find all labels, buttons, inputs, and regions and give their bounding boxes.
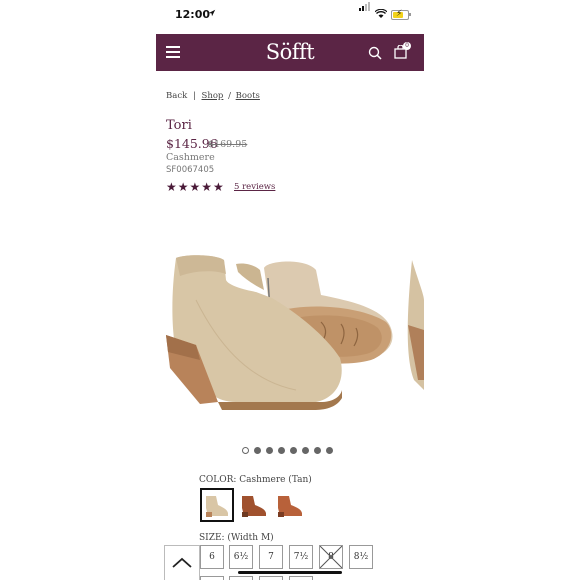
reviews-link[interactable]: 5 reviews <box>234 182 275 192</box>
product-title: Tori <box>166 118 192 133</box>
size-option[interactable]: 8½ <box>349 545 373 569</box>
color-label: COLOR: Cashmere (Tan) <box>199 475 312 485</box>
status-time: 12:00 <box>175 8 211 21</box>
site-header: Söfft 0 <box>156 34 424 71</box>
scroll-to-top-button[interactable] <box>164 545 200 580</box>
swatch-boot-icon <box>242 496 266 517</box>
size-option-partial[interactable] <box>200 576 224 580</box>
carousel-dot[interactable] <box>278 447 285 454</box>
carousel-dot[interactable] <box>242 447 249 454</box>
bag-count-badge: 0 <box>403 42 411 50</box>
product-sku: SF0067405 <box>166 165 215 175</box>
swatch-boot-icon <box>278 496 302 517</box>
size-option[interactable]: 7 <box>259 545 283 569</box>
location-arrow-icon <box>208 9 216 17</box>
status-bar: 12:00 ⚡ <box>156 0 424 32</box>
size-option-partial[interactable] <box>259 576 283 580</box>
carousel-dot[interactable] <box>326 447 333 454</box>
carousel-dot[interactable] <box>314 447 321 454</box>
carousel-dot[interactable] <box>302 447 309 454</box>
rating-stars: ★★★★★ <box>166 180 225 194</box>
home-indicator <box>238 571 342 574</box>
carousel-dot[interactable] <box>266 447 273 454</box>
carousel-dot[interactable] <box>290 447 297 454</box>
original-price: $169.95 <box>208 139 248 150</box>
product-image[interactable] <box>156 240 424 435</box>
swatch-boot-icon <box>202 490 232 520</box>
unavailable-cross-icon <box>320 546 342 568</box>
size-option[interactable]: 6 <box>200 545 224 569</box>
wifi-icon <box>375 9 387 18</box>
size-option-partial[interactable] <box>229 576 253 580</box>
breadcrumb: Back | Shop / Boots <box>166 91 260 101</box>
breadcrumb-shop[interactable]: Shop <box>202 91 224 101</box>
battery-icon: ⚡ <box>391 9 409 20</box>
brand-logo[interactable]: Söfft <box>156 40 424 64</box>
breadcrumb-boots[interactable]: Boots <box>236 91 260 101</box>
mobile-screen: 12:00 ⚡ Söfft 0 Back | Shop / Boots Tori… <box>156 0 424 580</box>
search-icon[interactable] <box>368 46 382 60</box>
breadcrumb-separator: | <box>192 91 196 101</box>
battery-tip <box>409 13 411 16</box>
swatch-cognac[interactable] <box>274 488 308 522</box>
chevron-up-icon <box>172 557 192 568</box>
carousel-dot[interactable] <box>254 447 261 454</box>
breadcrumb-separator: / <box>228 91 231 101</box>
size-label: SIZE: (Width M) <box>199 533 274 543</box>
swatch-brown[interactable] <box>238 488 272 522</box>
size-option-unavailable[interactable]: 8 <box>319 545 343 569</box>
size-option[interactable]: 6½ <box>229 545 253 569</box>
swatch-cashmere[interactable] <box>200 488 234 522</box>
size-option-partial[interactable] <box>289 576 313 580</box>
breadcrumb-back[interactable]: Back <box>166 91 187 101</box>
size-option[interactable]: 7½ <box>289 545 313 569</box>
product-color: Cashmere <box>166 152 215 163</box>
